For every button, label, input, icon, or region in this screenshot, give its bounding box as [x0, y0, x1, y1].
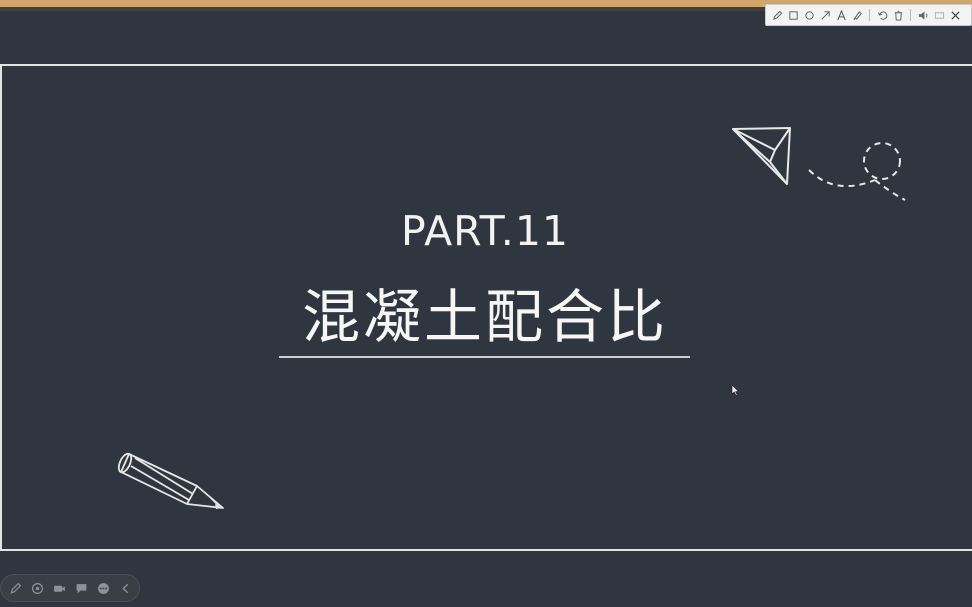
part-number-label: PART.11 — [400, 207, 570, 255]
pointer-icon[interactable] — [29, 579, 45, 597]
annotation-toolbar — [765, 4, 972, 26]
text-icon[interactable] — [834, 7, 848, 23]
volume-icon[interactable] — [916, 7, 930, 23]
undo-icon[interactable] — [875, 7, 889, 23]
pen-icon[interactable] — [7, 579, 23, 597]
rectangle-icon[interactable] — [786, 7, 800, 23]
chat-icon[interactable] — [73, 579, 89, 597]
camera-icon[interactable] — [51, 579, 67, 597]
collapse-icon[interactable] — [117, 579, 133, 597]
presentation-control-bar — [0, 574, 140, 602]
title-underline — [279, 356, 690, 358]
circle-icon[interactable] — [802, 7, 816, 23]
toolbar-separator — [910, 9, 911, 21]
screen-icon[interactable] — [932, 7, 946, 23]
mouse-cursor-icon — [731, 384, 739, 396]
pen-icon[interactable] — [770, 7, 784, 23]
toolbar-separator — [869, 9, 870, 21]
more-icon[interactable] — [95, 579, 111, 597]
close-icon[interactable] — [948, 7, 962, 23]
slide-title: 混凝土配合比 — [301, 283, 668, 351]
arrow-icon[interactable] — [818, 7, 832, 23]
delete-icon[interactable] — [891, 7, 905, 23]
highlighter-icon[interactable] — [850, 7, 864, 23]
pencil-illustration — [117, 452, 224, 509]
paper-plane-illustration — [732, 127, 906, 201]
